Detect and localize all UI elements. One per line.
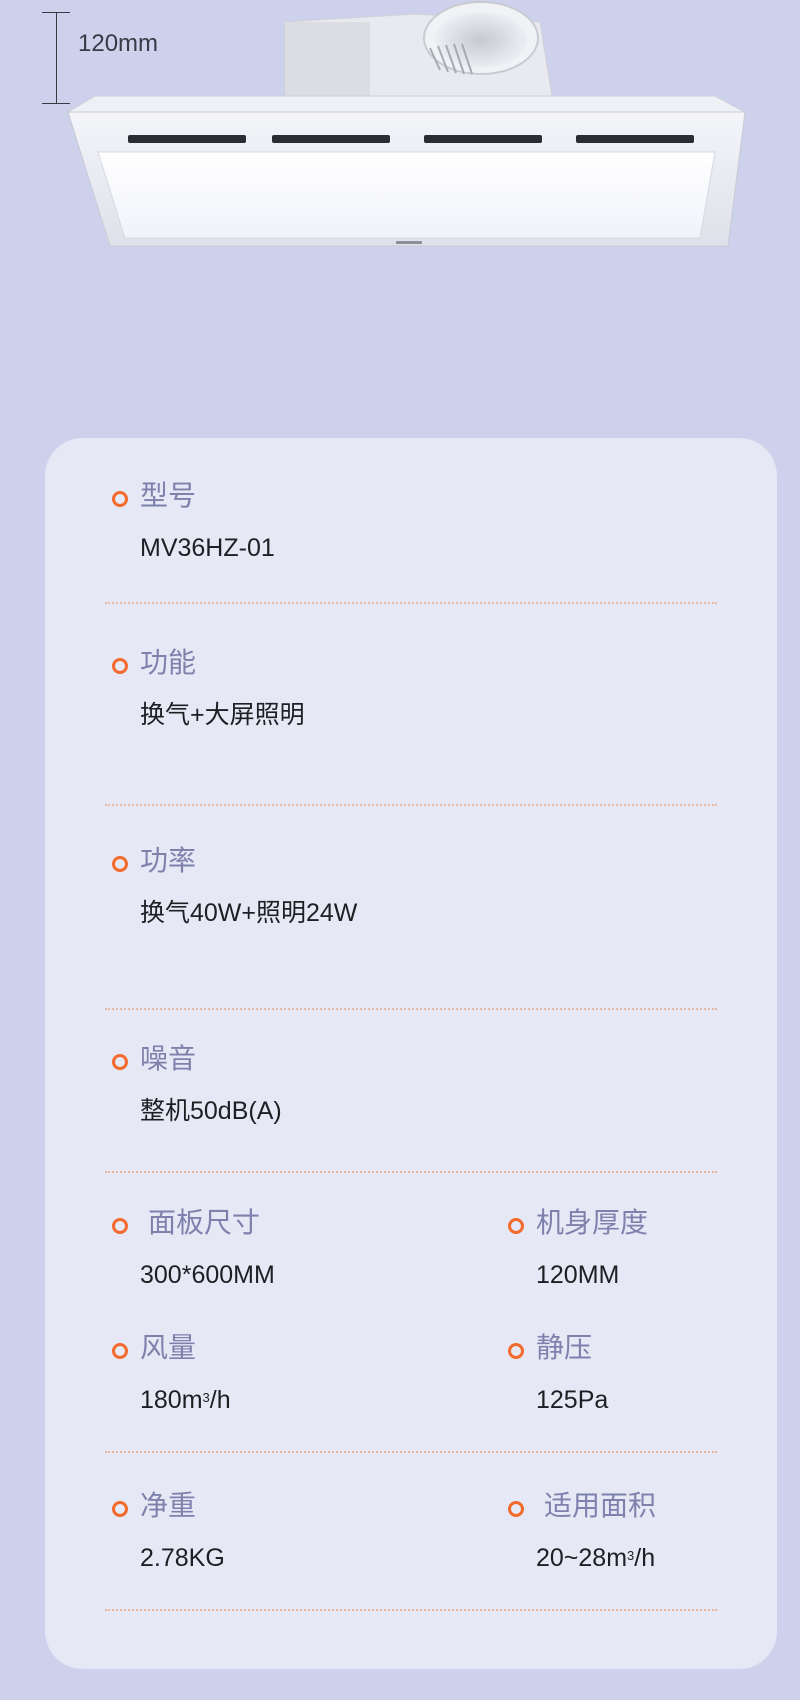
- bullet-icon: [112, 1054, 128, 1070]
- spec-value: 120MM: [536, 1261, 620, 1289]
- spec-label: 风量: [140, 1331, 197, 1364]
- divider: [105, 1171, 717, 1173]
- spec-value: 300*600MM: [140, 1261, 275, 1289]
- spec-label: 噪音: [140, 1042, 197, 1075]
- spec-value: 125Pa: [536, 1386, 609, 1414]
- spec-label: 功能: [140, 646, 197, 679]
- product-illustration: 120mm: [0, 0, 800, 300]
- bullet-icon: [508, 1343, 524, 1359]
- spec-label: 面板尺寸: [148, 1206, 261, 1239]
- bullet-icon: [508, 1501, 524, 1517]
- divider: [105, 1609, 717, 1611]
- spec-value: 换气40W+照明24W: [140, 899, 358, 927]
- spec-label: 机身厚度: [536, 1206, 649, 1239]
- bullet-icon: [112, 1343, 128, 1359]
- divider: [105, 1451, 717, 1453]
- spec-value: 整机50dB(A): [140, 1097, 282, 1125]
- spec-label: 适用面积: [544, 1489, 657, 1522]
- bullet-icon: [112, 856, 128, 872]
- spec-label: 净重: [140, 1489, 197, 1522]
- spec-value: MV36HZ-01: [140, 534, 275, 562]
- spec-value: 换气+大屏照明: [140, 701, 305, 729]
- bullet-icon: [112, 1218, 128, 1234]
- spec-value: 180m3/h: [140, 1386, 231, 1414]
- bullet-icon: [112, 491, 128, 507]
- divider: [105, 804, 717, 806]
- divider: [105, 1008, 717, 1010]
- ventilation-fan-image: [66, 1, 746, 247]
- spec-value: 20~28m3/h: [536, 1544, 656, 1572]
- spec-value: 2.78KG: [140, 1544, 225, 1572]
- spec-label: 型号: [140, 479, 197, 512]
- bullet-icon: [508, 1218, 524, 1234]
- bullet-icon: [112, 1501, 128, 1517]
- bullet-icon: [112, 658, 128, 674]
- specs-card: 型号 MV36HZ-01 功能 换气+大屏照明 功率 换气40W+照明24W 噪…: [45, 438, 777, 1669]
- divider: [105, 602, 717, 604]
- spec-label: 静压: [536, 1331, 593, 1364]
- spec-label: 功率: [140, 844, 197, 877]
